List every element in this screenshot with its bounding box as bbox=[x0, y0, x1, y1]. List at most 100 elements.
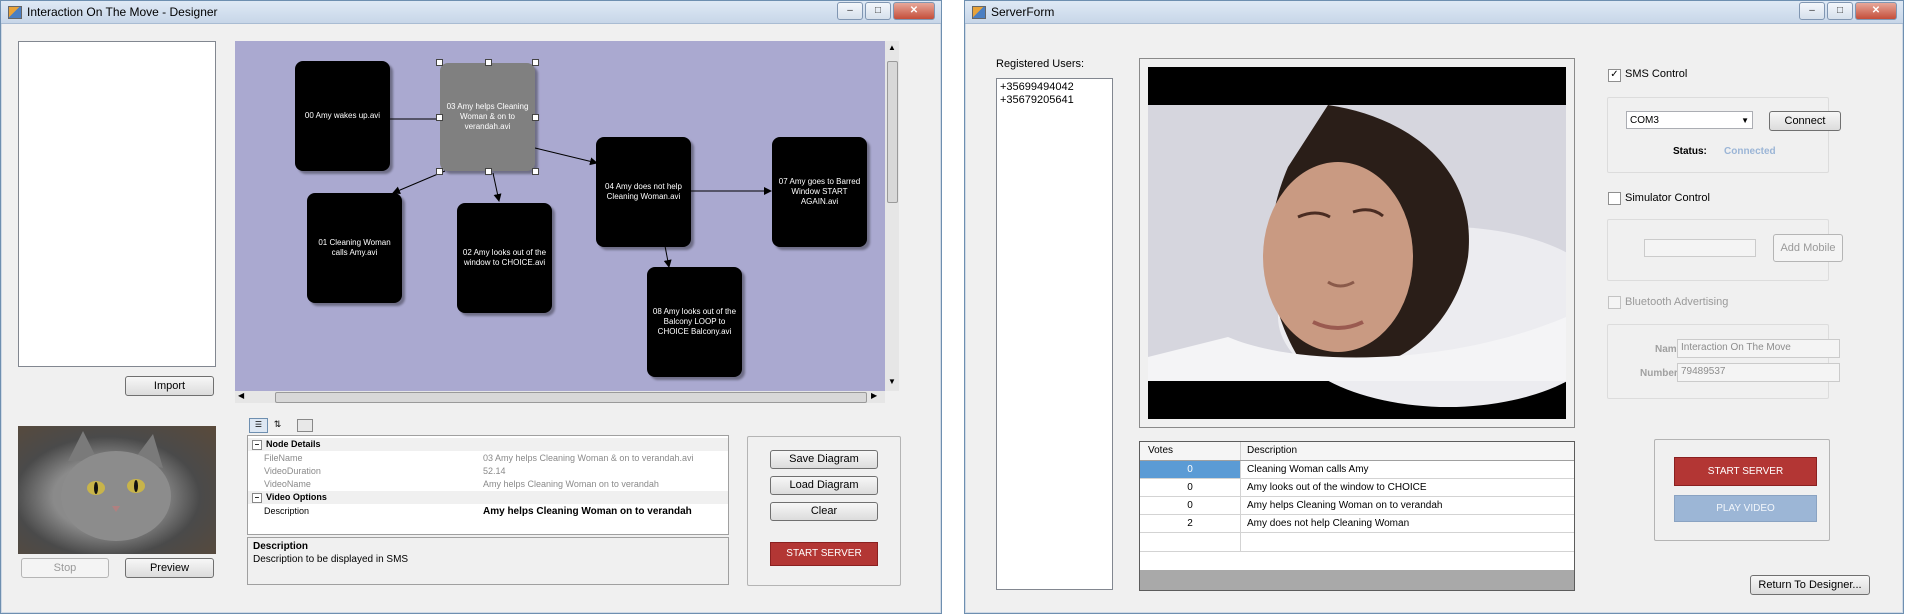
description-cell[interactable]: Amy helps Cleaning Woman on to verandah bbox=[1240, 497, 1574, 515]
new-row[interactable] bbox=[1140, 533, 1574, 552]
description-cell[interactable]: Cleaning Woman calls Amy bbox=[1240, 461, 1574, 479]
diagram-node-02[interactable]: 02 Amy looks out of the window to CHOICE… bbox=[457, 203, 552, 313]
votes-cell[interactable]: 0 bbox=[1140, 497, 1240, 515]
category-video-options[interactable]: – Video Options bbox=[248, 491, 728, 504]
close-icon[interactable]: ✕ bbox=[893, 2, 935, 20]
canvas-horizontal-scrollbar[interactable]: ◀ ▶ bbox=[235, 391, 885, 403]
header-votes[interactable]: Votes bbox=[1148, 442, 1173, 460]
server-titlebar: ServerForm – □ ✕ bbox=[965, 1, 1903, 24]
minimize-icon[interactable]: – bbox=[1799, 2, 1825, 20]
com-port-select[interactable]: COM3 ▼ bbox=[1626, 111, 1753, 129]
start-server-button[interactable]: START SERVER bbox=[770, 542, 878, 566]
status-value: Connected bbox=[1724, 146, 1776, 157]
votes-grid[interactable]: Votes Description 0 Cleaning Woman calls… bbox=[1139, 441, 1575, 591]
connect-button[interactable]: Connect bbox=[1769, 111, 1841, 131]
resize-handle[interactable] bbox=[485, 59, 492, 66]
scroll-up-icon[interactable]: ▲ bbox=[888, 43, 896, 52]
play-video-button[interactable]: PLAY VIDEO bbox=[1674, 495, 1817, 522]
property-row-description[interactable]: Description Amy helps Cleaning Woman on … bbox=[248, 505, 728, 518]
table-row[interactable]: 0 Amy helps Cleaning Woman on to veranda… bbox=[1140, 497, 1574, 515]
load-diagram-button[interactable]: Load Diagram bbox=[770, 476, 878, 495]
property-pages-icon[interactable] bbox=[297, 419, 313, 432]
property-row[interactable]: VideoDuration 52.14 bbox=[248, 465, 728, 478]
property-toolbar: ☰ ⇅ bbox=[247, 417, 317, 433]
scroll-right-icon[interactable]: ▶ bbox=[871, 391, 877, 400]
minimize-icon[interactable]: – bbox=[837, 2, 863, 20]
resize-handle[interactable] bbox=[436, 114, 443, 121]
header-description[interactable]: Description bbox=[1247, 442, 1297, 460]
clear-button[interactable]: Clear bbox=[770, 502, 878, 521]
maximize-icon[interactable]: □ bbox=[865, 2, 891, 20]
designer-window: Interaction On The Move - Designer – □ ✕… bbox=[0, 0, 942, 614]
diagram-canvas[interactable]: 00 Amy wakes up.avi 03 Amy helps Cleanin… bbox=[235, 41, 885, 391]
status-label: Status: bbox=[1673, 146, 1707, 157]
votes-cell-selected[interactable]: 0 bbox=[1140, 461, 1240, 479]
table-row[interactable]: 0 Amy looks out of the window to CHOICE bbox=[1140, 479, 1574, 497]
resize-handle[interactable] bbox=[485, 168, 492, 175]
cat-illustration bbox=[61, 431, 171, 541]
user-item[interactable]: +35699494042 bbox=[1000, 81, 1074, 93]
property-grid[interactable]: – Node Details FileName 03 Amy helps Clea… bbox=[247, 435, 729, 535]
resize-handle[interactable] bbox=[532, 168, 539, 175]
video-frame bbox=[1139, 58, 1575, 428]
description-cell[interactable]: Amy does not help Cleaning Woman bbox=[1240, 515, 1574, 533]
app-icon bbox=[972, 6, 986, 19]
alphabetical-icon[interactable]: ⇅ bbox=[269, 418, 286, 431]
scroll-thumb[interactable] bbox=[887, 61, 898, 203]
stop-button[interactable]: Stop bbox=[21, 558, 109, 578]
hscroll-thumb[interactable] bbox=[275, 392, 867, 403]
votes-cell[interactable]: 0 bbox=[1140, 479, 1240, 497]
maximize-icon[interactable]: □ bbox=[1827, 2, 1853, 20]
description-cell[interactable]: Amy looks out of the window to CHOICE bbox=[1240, 479, 1574, 497]
diagram-node-00[interactable]: 00 Amy wakes up.avi bbox=[295, 61, 390, 171]
bluetooth-group bbox=[1607, 324, 1829, 399]
collapse-icon[interactable]: – bbox=[252, 440, 262, 450]
resize-handle[interactable] bbox=[436, 59, 443, 66]
user-item[interactable]: +35679205641 bbox=[1000, 94, 1074, 106]
bluetooth-label: Bluetooth Advertising bbox=[1625, 296, 1729, 308]
votes-cell[interactable]: 2 bbox=[1140, 515, 1240, 533]
import-button[interactable]: Import bbox=[125, 376, 214, 396]
category-node-details[interactable]: – Node Details bbox=[248, 438, 728, 451]
video-player[interactable] bbox=[1148, 67, 1566, 419]
preview-image bbox=[18, 426, 216, 554]
bluetooth-name-input[interactable]: Interaction On The Move bbox=[1677, 339, 1840, 358]
table-row[interactable]: 0 Cleaning Woman calls Amy bbox=[1140, 461, 1574, 479]
categorized-icon[interactable]: ☰ bbox=[249, 418, 268, 433]
resize-handle[interactable] bbox=[532, 114, 539, 121]
canvas-vertical-scrollbar[interactable]: ▲ ▼ bbox=[885, 41, 899, 391]
save-diagram-button[interactable]: Save Diagram bbox=[770, 450, 878, 469]
collapse-icon[interactable]: – bbox=[252, 493, 262, 503]
diagram-node-07[interactable]: 07 Amy goes to Barred Window START AGAIN… bbox=[772, 137, 867, 247]
property-row[interactable]: VideoName Amy helps Cleaning Woman on to… bbox=[248, 478, 728, 491]
sms-control-label: SMS Control bbox=[1625, 68, 1688, 80]
sms-control-checkbox[interactable]: ✓ bbox=[1608, 69, 1621, 82]
table-row[interactable]: 2 Amy does not help Cleaning Woman bbox=[1140, 515, 1574, 533]
sms-control-group bbox=[1607, 97, 1829, 173]
arrow-03-02 bbox=[492, 172, 502, 202]
server-actions-group bbox=[1654, 439, 1830, 541]
simulator-control-checkbox[interactable] bbox=[1608, 192, 1621, 205]
return-to-designer-button[interactable]: Return To Designer... bbox=[1750, 575, 1870, 595]
resize-handle[interactable] bbox=[436, 168, 443, 175]
scroll-down-icon[interactable]: ▼ bbox=[888, 377, 896, 386]
bluetooth-checkbox[interactable] bbox=[1608, 296, 1621, 309]
start-server-button[interactable]: START SERVER bbox=[1674, 457, 1817, 486]
scroll-left-icon[interactable]: ◀ bbox=[238, 391, 244, 400]
resize-handle[interactable] bbox=[532, 59, 539, 66]
diagram-node-03-selected[interactable]: 03 Amy helps Cleaning Woman & on to vera… bbox=[440, 63, 535, 171]
preview-button[interactable]: Preview bbox=[125, 558, 214, 578]
video-file-list[interactable] bbox=[18, 41, 216, 367]
diagram-node-08[interactable]: 08 Amy looks out of the Balcony LOOP to … bbox=[647, 267, 742, 377]
chevron-down-icon[interactable]: ▼ bbox=[1741, 112, 1749, 129]
property-row[interactable]: FileName 03 Amy helps Cleaning Woman & o… bbox=[248, 452, 728, 465]
close-icon[interactable]: ✕ bbox=[1855, 2, 1897, 20]
number-label: Number: bbox=[1640, 368, 1682, 379]
registered-users-list[interactable]: +35699494042 +35679205641 bbox=[996, 78, 1113, 590]
mobile-number-input[interactable] bbox=[1644, 239, 1756, 257]
grid-header: Votes Description bbox=[1140, 442, 1574, 461]
bluetooth-number-input[interactable]: 79489537 bbox=[1677, 363, 1840, 382]
diagram-node-04[interactable]: 04 Amy does not help Cleaning Woman.avi bbox=[596, 137, 691, 247]
add-mobile-button[interactable]: Add Mobile bbox=[1773, 234, 1843, 262]
diagram-node-01[interactable]: 01 Cleaning Woman calls Amy.avi bbox=[307, 193, 402, 303]
